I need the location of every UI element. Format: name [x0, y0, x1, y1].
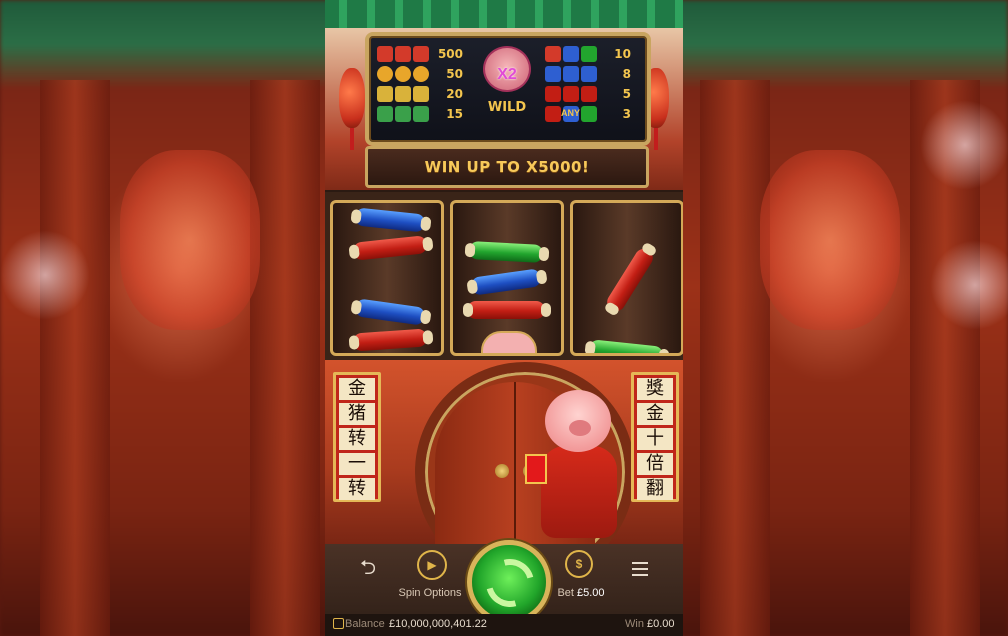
lantern-icon	[339, 68, 365, 150]
background-blossom	[0, 230, 90, 320]
paytable-row: 10	[545, 46, 631, 62]
bet-label: Bet	[557, 587, 574, 599]
payout-value: 10	[614, 47, 631, 61]
scroll-character: 转	[339, 478, 375, 500]
green-firecracker-icon	[588, 339, 664, 353]
menu-icon[interactable]	[631, 562, 649, 576]
scroll-character: 倍	[637, 453, 673, 475]
pig-snout	[569, 420, 591, 436]
win-value: £0.00	[647, 618, 675, 630]
jade-symbol-icon	[377, 106, 429, 122]
green-firecracker-icon	[468, 241, 544, 263]
coin-symbol-icon	[377, 66, 429, 82]
wild-symbol: X2 WILD	[479, 46, 535, 132]
reel-1	[330, 200, 444, 356]
bet-value: £5.00	[577, 587, 605, 599]
red-firecracker-icon	[603, 245, 657, 315]
win-label: Win	[625, 618, 644, 630]
mixed-firecracker-symbol-icon	[545, 46, 597, 62]
bet-control[interactable]: Bet £5.00	[553, 587, 609, 599]
scroll-character: 金	[339, 378, 375, 400]
spin-options-label[interactable]: Spin Options	[397, 587, 463, 599]
wild-pig-icon: X2	[483, 46, 531, 92]
game-panel: 500 50 20 15 X2 WILD 10 8 5 ANY 3 WIN UP…	[325, 0, 683, 636]
payout-value: 15	[446, 107, 463, 121]
payout-value: 50	[446, 67, 463, 81]
win-up-banner: WIN UP TO X5000!	[365, 146, 649, 188]
background-pillar	[250, 80, 320, 636]
ingot-symbol-icon	[377, 86, 429, 102]
background-pillar	[40, 80, 110, 636]
red-envelope-icon	[525, 454, 547, 484]
balance-value: £10,000,000,401.22	[389, 618, 487, 630]
reel-area	[325, 192, 683, 360]
red-firecracker-icon	[352, 235, 428, 261]
background-lantern	[120, 150, 260, 330]
blue-firecracker-icon	[354, 207, 426, 233]
paytable-row: 15	[377, 106, 463, 122]
pig-head	[545, 390, 611, 452]
background-blossom	[920, 100, 1008, 190]
door-knocker-icon	[495, 464, 509, 478]
paytable-row: 8	[545, 66, 631, 82]
reel-2	[450, 200, 564, 356]
scroll-character: 獎	[637, 378, 673, 400]
scroll-character: 一	[339, 453, 375, 475]
blue-firecracker-symbol-icon	[545, 66, 597, 82]
blue-firecracker-icon	[354, 298, 426, 326]
red-firecracker-symbol-icon	[545, 86, 597, 102]
scroll-character: 转	[339, 428, 375, 450]
any-label: ANY	[561, 108, 581, 118]
status-bar: Balance £10,000,000,401.22 Win £0.00	[325, 614, 683, 636]
background-pillar	[700, 80, 770, 636]
payout-value: 5	[622, 87, 631, 101]
any-firecracker-symbol-icon: ANY	[545, 106, 597, 122]
background-lantern	[760, 150, 900, 330]
scroll-character: 十	[637, 428, 673, 450]
temple-scene: 金 猪 转 一 转 獎 金 十 倍 翻	[325, 360, 683, 582]
payout-value: 8	[622, 67, 631, 81]
control-bar: ⮌ ▶ Spin Options $ Bet £5.00 Balance £10…	[325, 540, 683, 636]
scroll-character: 翻	[637, 478, 673, 500]
spin-arrows-icon	[477, 550, 543, 616]
pig-body	[541, 446, 617, 538]
paytable-row: 20	[377, 86, 463, 102]
paytable-row: 500	[377, 46, 463, 62]
left-scroll: 金 猪 转 一 转	[333, 372, 381, 502]
back-arrow-icon[interactable]: ⮌	[355, 557, 381, 582]
coin-icon[interactable]: $	[565, 550, 593, 578]
blue-firecracker-icon	[470, 268, 542, 296]
red-firecracker-icon	[352, 328, 428, 352]
right-scroll: 獎 金 十 倍 翻	[631, 372, 679, 502]
reel-3	[570, 200, 683, 356]
paytable: 500 50 20 15 X2 WILD 10 8 5 ANY 3	[365, 32, 651, 146]
payout-value: 500	[437, 47, 463, 61]
red-firecracker-icon	[463, 301, 551, 319]
scroll-character: 猪	[339, 403, 375, 425]
wild-label: WILD	[487, 100, 527, 115]
play-circle-icon[interactable]: ▶	[417, 550, 447, 580]
balance-label: Balance	[345, 618, 385, 630]
paytable-row: 50	[377, 66, 463, 82]
payout-value: 20	[446, 87, 463, 101]
spin-button[interactable]	[467, 540, 551, 624]
pig-symbol-icon	[481, 331, 537, 353]
pig-gold-symbol-icon	[377, 46, 429, 62]
payout-value: 3	[622, 107, 631, 121]
fortune-pig-mascot	[525, 390, 623, 540]
wallet-icon	[333, 618, 344, 629]
wild-multiplier: X2	[497, 66, 517, 83]
paytable-row: 5	[545, 86, 631, 102]
paytable-row: ANY 3	[545, 106, 631, 122]
scroll-character: 金	[637, 403, 673, 425]
